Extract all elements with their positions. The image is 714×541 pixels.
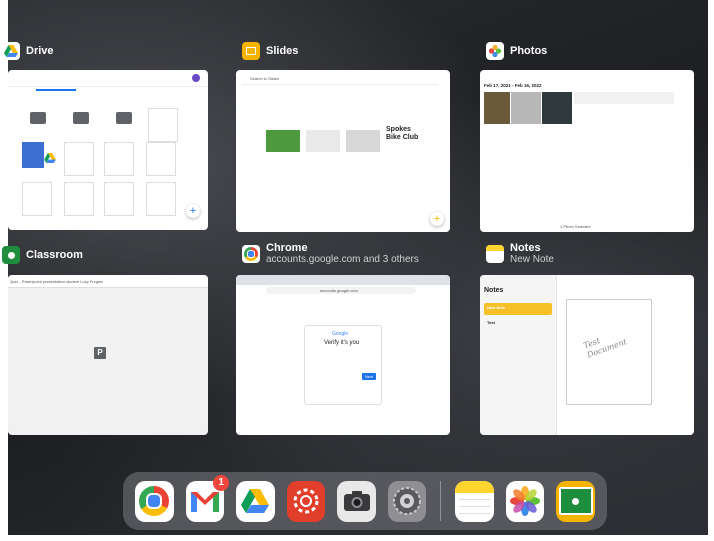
classroom-file-title: Quiz - Powerpoint presentation student L… <box>10 279 104 284</box>
photos-app-icon <box>486 42 504 60</box>
chrome-address-text: accounts.google.com <box>320 288 358 293</box>
settings-icon <box>393 487 422 515</box>
slide-thumbnail <box>306 130 340 152</box>
add-file-button: + <box>186 204 200 218</box>
chrome-app-icon <box>242 245 260 263</box>
verify-heading: Verify it's you <box>324 340 360 346</box>
file-thumbnail <box>146 182 176 216</box>
slides-app-preview[interactable]: Search in Slides Spokes Bike Club + <box>236 70 450 232</box>
next-button: Next <box>362 373 376 380</box>
dock-canvas[interactable] <box>286 480 326 522</box>
slides-app-icon <box>242 42 260 60</box>
photo-thumbnail <box>511 92 541 124</box>
slide-heading: Spokes Bike Club <box>386 126 419 141</box>
file-thumbnail <box>148 108 178 142</box>
note-item-title: Test <box>487 320 495 325</box>
photos-selected-count: 1 Photo Selected <box>560 224 591 229</box>
notes-app-preview[interactable]: Notes New Note Test Test Document <box>480 275 694 435</box>
classroom-app-preview[interactable]: Quiz - Powerpoint presentation student L… <box>8 275 208 435</box>
dock-classroom[interactable] <box>556 480 595 522</box>
dock-separator <box>440 481 442 521</box>
new-presentation-button: + <box>430 212 444 226</box>
slide-thumbnail <box>346 130 380 152</box>
file-thumbnail <box>64 182 94 216</box>
camera-icon <box>343 491 370 511</box>
right-screen-edge <box>708 0 714 541</box>
photos-date-range: Feb 17, 2021 - Feb 16, 2022 <box>484 83 542 88</box>
folder-icon <box>116 112 132 124</box>
file-type-icon: P <box>94 347 106 359</box>
photos-icon <box>510 486 541 516</box>
dock: 1 <box>123 472 607 530</box>
dock-notes[interactable] <box>455 480 494 522</box>
classroom-icon <box>558 487 593 515</box>
dock-gmail[interactable]: 1 <box>185 474 230 522</box>
notes-card-title: Notes <box>510 242 541 254</box>
photos-app-preview[interactable]: Feb 17, 2021 - Feb 16, 2022 1 Photo Sele… <box>480 70 694 232</box>
slides-card-title: Slides <box>266 45 299 57</box>
chrome-card-title: Chrome <box>266 242 308 254</box>
chrome-app-preview[interactable]: accounts.google.com Google Verify it's y… <box>236 275 450 435</box>
dock-camera[interactable] <box>337 480 376 522</box>
drive-card-title: Drive <box>26 45 54 57</box>
file-thumbnail <box>104 182 134 216</box>
folder-icon <box>73 112 89 124</box>
drive-file-icon <box>44 150 56 163</box>
file-thumbnail <box>22 142 44 168</box>
notes-card-subtitle: New Note <box>510 254 554 265</box>
chrome-card-subtitle: accounts.google.com and 3 others <box>266 254 419 265</box>
dock-settings[interactable] <box>387 480 427 522</box>
dock-chrome[interactable] <box>135 480 174 522</box>
slides-card-header[interactable]: Slides <box>242 42 298 60</box>
photos-card-header[interactable]: Photos <box>486 42 547 60</box>
drive-app-icon <box>2 42 20 60</box>
file-thumbnail <box>64 142 94 176</box>
file-thumbnail <box>22 182 52 216</box>
gmail-icon <box>190 492 219 512</box>
verify-dialog <box>304 325 382 405</box>
classroom-card-title: Classroom <box>26 249 83 261</box>
file-thumbnail <box>104 142 134 176</box>
notes-card-header[interactable]: Notes New Note <box>486 242 554 266</box>
drive-card-header[interactable]: Drive <box>2 42 54 60</box>
notes-icon <box>455 480 494 522</box>
photo-strip <box>574 92 674 104</box>
slides-search-placeholder: Search in Slides <box>250 76 279 81</box>
avatar <box>192 74 200 82</box>
notes-app-icon <box>486 245 504 263</box>
canvas-icon <box>293 488 319 514</box>
chrome-icon <box>139 486 170 516</box>
note-item-title: New Note <box>487 305 506 310</box>
dock-photos[interactable] <box>505 480 545 522</box>
folder-icon <box>30 112 46 124</box>
chrome-card-header[interactable]: Chrome accounts.google.com and 3 others <box>242 242 419 266</box>
classroom-card-header[interactable]: Classroom <box>2 246 83 264</box>
left-screen-edge <box>0 0 8 541</box>
photos-card-title: Photos <box>510 45 548 57</box>
notes-sidebar <box>480 275 557 435</box>
photo-thumbnail <box>484 92 510 124</box>
chrome-tab-strip <box>236 275 450 285</box>
photo-thumbnail <box>542 92 572 124</box>
drive-app-preview[interactable]: + <box>8 70 208 230</box>
notification-badge: 1 <box>213 474 230 491</box>
drive-search-bar <box>8 70 208 87</box>
dock-drive[interactable] <box>236 480 275 522</box>
file-thumbnail <box>146 142 176 176</box>
drive-icon <box>241 489 270 513</box>
notes-sidebar-title: Notes <box>484 287 504 294</box>
drive-tab-indicator <box>36 89 76 91</box>
bottom-screen-edge <box>0 535 714 541</box>
google-logo: Google <box>332 331 349 337</box>
slide-thumbnail <box>266 130 300 152</box>
classroom-app-icon <box>2 246 20 264</box>
